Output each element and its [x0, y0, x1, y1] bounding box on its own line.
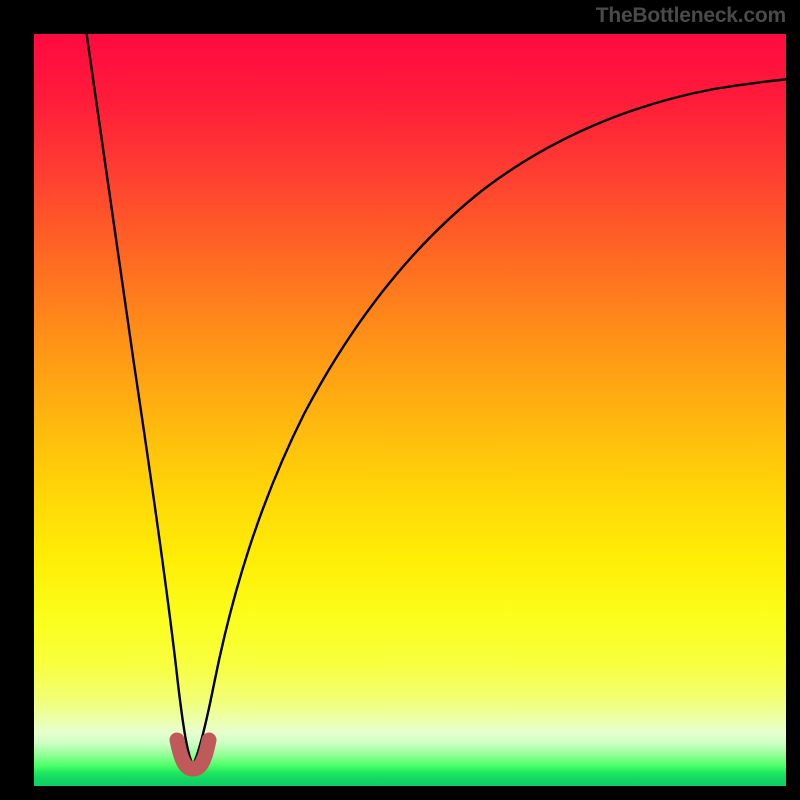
plot-area	[34, 34, 786, 786]
curve-layer	[34, 34, 786, 786]
highlight-band	[177, 740, 209, 769]
chart-frame: TheBottleneck.com	[0, 0, 800, 800]
watermark-text: TheBottleneck.com	[596, 4, 786, 28]
bottleneck-curve	[86, 34, 786, 765]
